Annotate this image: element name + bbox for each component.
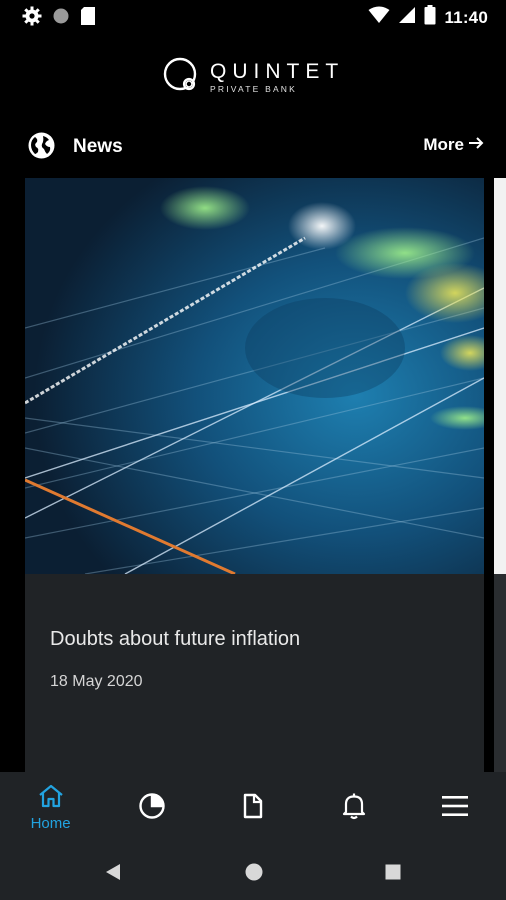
signal-icon (398, 6, 416, 29)
nav-documents[interactable] (208, 772, 298, 844)
pie-chart-icon (138, 792, 166, 825)
news-section-header: News More (0, 126, 506, 166)
nav-home-label: Home (30, 815, 71, 832)
gear-icon (22, 6, 42, 31)
battery-icon (424, 5, 436, 30)
logo-mark-icon (160, 54, 202, 101)
nav-notifications[interactable] (309, 772, 399, 844)
wifi-icon (368, 6, 390, 29)
app-header: QUINTET PRIVATE BANK (0, 32, 506, 122)
nav-portfolio[interactable] (107, 772, 197, 844)
bottom-navigation: Home (0, 772, 506, 844)
home-circle-icon[interactable] (245, 863, 263, 886)
sim-card-icon (80, 6, 96, 31)
menu-icon (441, 794, 469, 823)
news-card[interactable]: Doubts about future inflation 18 May 202… (25, 178, 484, 772)
back-icon[interactable] (105, 863, 121, 886)
circle-icon (52, 7, 70, 30)
news-card-title: Doubts about future inflation (50, 628, 301, 650)
news-card-image (25, 178, 484, 576)
next-news-card-image (494, 178, 506, 574)
home-icon (38, 784, 64, 813)
nav-menu[interactable] (410, 772, 500, 844)
arrow-right-icon (468, 135, 484, 155)
news-card-date: 18 May 2020 (50, 673, 143, 690)
more-label: More (423, 135, 464, 154)
more-link[interactable]: More (423, 135, 484, 155)
document-icon (242, 793, 264, 824)
status-bar: 11:40 (0, 0, 506, 32)
next-news-card-peek[interactable] (494, 178, 506, 772)
section-title: News (73, 136, 123, 157)
logo-subtitle: PRIVATE BANK (210, 84, 298, 95)
nav-home[interactable]: Home (6, 772, 96, 844)
logo-name: QUINTET (210, 60, 345, 84)
system-navigation-bar (0, 844, 506, 900)
recent-apps-icon[interactable] (385, 864, 401, 885)
quintet-logo: QUINTET PRIVATE BANK (160, 54, 344, 101)
bell-icon (341, 792, 367, 825)
status-time: 11:40 (444, 7, 488, 27)
globe-icon (28, 132, 55, 164)
